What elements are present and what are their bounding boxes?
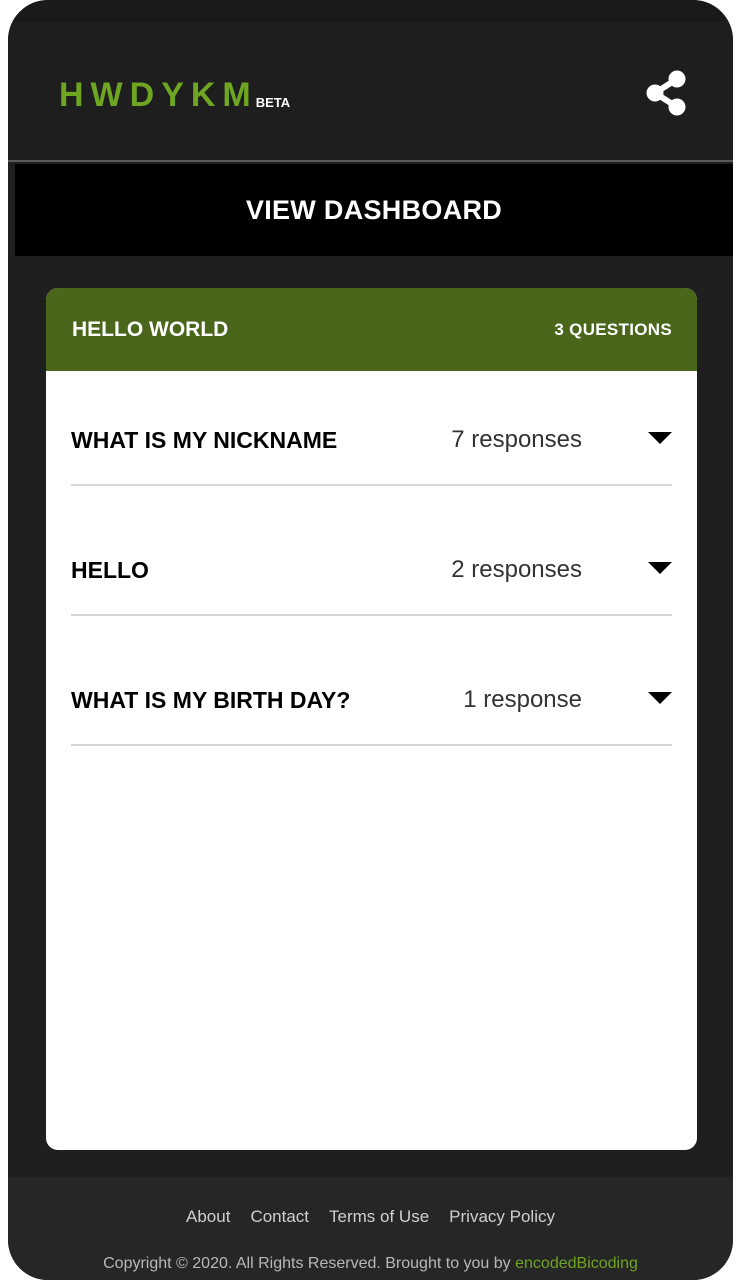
question-text: WHAT IS MY NICKNAME <box>71 427 338 453</box>
logo-text: HWDYKM <box>59 76 258 114</box>
question-row[interactable]: WHAT IS MY BIRTH DAY? 1 response <box>71 616 672 746</box>
status-strip <box>8 0 733 22</box>
app-frame: HWDYKM BETA VIEW DASHBOARD HELLO WORLD 3… <box>8 0 733 1280</box>
footer-link-privacy[interactable]: Privacy Policy <box>449 1207 555 1227</box>
question-list: WHAT IS MY NICKNAME 7 responses HELLO 2 … <box>46 371 697 746</box>
app-header: HWDYKM BETA <box>8 22 733 162</box>
caret-down-icon[interactable] <box>648 562 672 574</box>
question-row[interactable]: WHAT IS MY NICKNAME 7 responses <box>71 371 672 486</box>
view-dashboard-button[interactable]: VIEW DASHBOARD <box>15 164 733 256</box>
logo[interactable]: HWDYKM BETA <box>59 78 290 112</box>
question-row[interactable]: HELLO 2 responses <box>71 486 672 616</box>
footer: About Contact Terms of Use Privacy Polic… <box>8 1177 733 1280</box>
card-header: HELLO WORLD 3 QUESTIONS <box>46 288 697 371</box>
beta-badge: BETA <box>255 95 291 110</box>
response-count: 2 responses <box>451 556 582 583</box>
copyright-line: Copyright © 2020. All Rights Reserved. B… <box>8 1255 733 1273</box>
caret-down-icon[interactable] <box>648 692 672 704</box>
question-count: 3 QUESTIONS <box>554 319 672 339</box>
share-icon[interactable] <box>645 70 687 116</box>
response-count: 1 response <box>463 686 582 713</box>
question-text: HELLO <box>71 557 149 583</box>
caret-down-icon[interactable] <box>648 432 672 444</box>
copyright-text: Copyright © 2020. All Rights Reserved. B… <box>103 1255 511 1272</box>
quiz-card: HELLO WORLD 3 QUESTIONS WHAT IS MY NICKN… <box>46 288 697 1150</box>
brand-link[interactable]: encodedBicoding <box>515 1255 638 1272</box>
footer-link-contact[interactable]: Contact <box>250 1207 309 1227</box>
quiz-title: HELLO WORLD <box>72 317 229 341</box>
footer-link-terms[interactable]: Terms of Use <box>329 1207 429 1227</box>
footer-links: About Contact Terms of Use Privacy Polic… <box>8 1207 733 1227</box>
view-dashboard-label: VIEW DASHBOARD <box>245 194 503 225</box>
response-count: 7 responses <box>451 426 582 453</box>
question-text: WHAT IS MY BIRTH DAY? <box>71 687 351 713</box>
footer-link-about[interactable]: About <box>186 1207 230 1227</box>
